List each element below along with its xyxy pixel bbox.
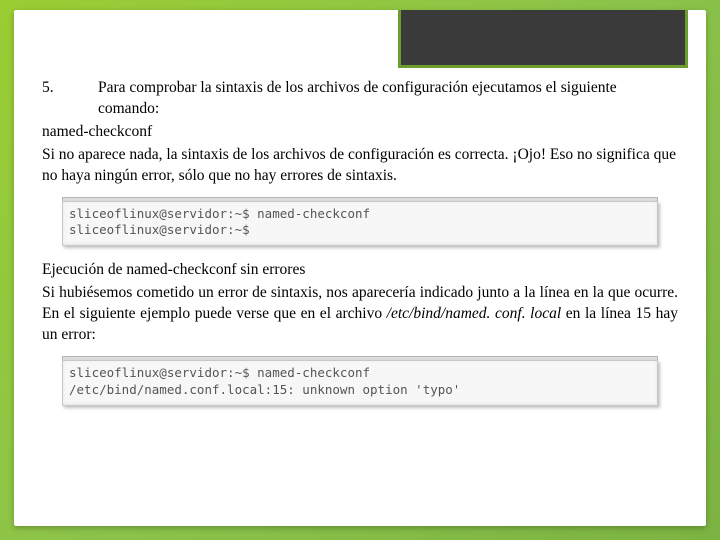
terminal-line: /etc/bind/named.conf.local:15: unknown o…	[69, 382, 651, 399]
terminal-screenshot-2: sliceoflinux@servidor:~$ named-checkconf…	[62, 356, 658, 406]
step-number: 5.	[42, 78, 98, 120]
terminal-line: sliceoflinux@servidor:~$	[69, 222, 651, 239]
terminal-body: sliceoflinux@servidor:~$ named-checkconf…	[62, 360, 658, 406]
terminal-body: sliceoflinux@servidor:~$ named-checkconf…	[62, 201, 658, 247]
terminal-line: sliceoflinux@servidor:~$ named-checkconf	[69, 206, 651, 223]
terminal-screenshot-1: sliceoflinux@servidor:~$ named-checkconf…	[62, 197, 658, 247]
figure-caption: Ejecución de named-checkconf sin errores	[42, 260, 678, 281]
step-row: 5. Para comprobar la sintaxis de los arc…	[42, 78, 678, 120]
file-path: /etc/bind/named. conf. local	[387, 305, 562, 322]
slide-frame: 5. Para comprobar la sintaxis de los arc…	[14, 10, 706, 526]
terminal-line: sliceoflinux@servidor:~$ named-checkconf	[69, 365, 651, 382]
command-line: named-checkconf	[42, 122, 678, 143]
slide-content: 5. Para comprobar la sintaxis de los arc…	[14, 10, 706, 440]
title-corner-box	[398, 10, 688, 68]
error-paragraph: Si hubiésemos cometido un error de sinta…	[42, 283, 678, 346]
explanation-paragraph: Si no aparece nada, la sintaxis de los a…	[42, 145, 678, 187]
step-intro-text: Para comprobar la sintaxis de los archiv…	[98, 78, 678, 120]
